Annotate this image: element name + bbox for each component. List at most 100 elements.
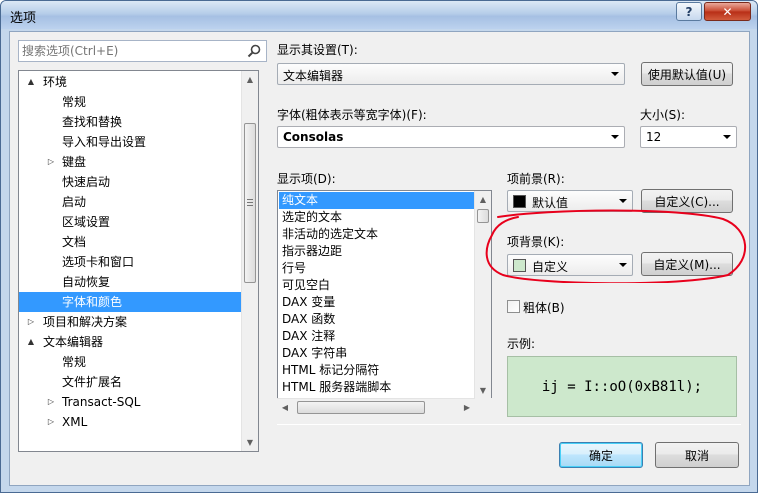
tree-item[interactable]: 常规 [19,352,241,372]
display-item[interactable]: 选定的文本 [279,209,476,226]
tree-item-label: 项目和解决方案 [43,315,128,329]
display-item[interactable]: DAX 字符串 [279,345,476,362]
display-item[interactable]: 行号 [279,260,476,277]
tree-item[interactable]: ▲ 环境 [19,72,241,92]
foreground-swatch [513,195,526,208]
display-settings-label: 显示其设置(T): [277,43,358,57]
tree-item[interactable]: 查找和替换 [19,112,241,132]
ok-button[interactable]: 确定 [559,442,643,468]
item-background-combo[interactable]: 自定义 [507,254,633,276]
collapsed-arrow-icon[interactable]: ▷ [46,412,56,432]
foreground-custom-button[interactable]: 自定义(C)... [641,189,733,213]
display-item[interactable]: DAX 注释 [279,328,476,345]
tree-item[interactable]: ▲ 文本编辑器 [19,332,241,352]
tree-item[interactable]: 选项卡和窗口 [19,252,241,272]
collapsed-arrow-icon[interactable]: ▷ [46,392,56,412]
sample-text: ij = I::oO(0xB81l); [541,378,703,395]
tree-item-label: 快速启动 [62,175,111,189]
tree-vertical-scrollbar[interactable]: ▲ ▼ [241,71,258,451]
tree-item[interactable]: ▷ XML [19,412,241,432]
display-settings-combo[interactable]: 文本编辑器 [277,63,625,85]
scroll-down-icon[interactable]: ▼ [242,434,258,451]
divider [277,424,741,425]
display-item[interactable]: DAX 函数 [279,311,476,328]
item-foreground-combo[interactable]: 默认值 [507,190,633,212]
chevron-down-icon [611,135,619,139]
tree-item[interactable]: 启动 [19,192,241,212]
tree-item[interactable]: 文件扩展名 [19,372,241,392]
bold-checkbox[interactable] [507,300,520,313]
search-input[interactable] [21,42,241,60]
tree-item-label: 启动 [62,195,87,209]
item-foreground-label: 项前景(R): [507,172,565,186]
scroll-up-icon[interactable]: ▲ [475,191,491,208]
display-item[interactable]: HTML 标记分隔符 [279,362,476,379]
tree-item[interactable]: 文档 [19,232,241,252]
font-combo[interactable]: Consolas [277,126,625,148]
tree-item[interactable]: 区域设置 [19,212,241,232]
scroll-down-icon[interactable]: ▼ [475,382,491,399]
display-item[interactable]: HTML 服务器端脚本 [279,379,476,396]
item-background-value: 自定义 [532,260,569,274]
tree-item-label: 查找和替换 [62,115,123,129]
tree-item[interactable]: ▷ 项目和解决方案 [19,312,241,332]
tree-item[interactable]: ▷ Transact-SQL [19,392,241,412]
display-item[interactable]: 可见空白 [279,277,476,294]
background-swatch [513,259,526,272]
scroll-up-icon[interactable]: ▲ [242,71,258,88]
options-search-box[interactable] [18,40,267,62]
scroll-corner [475,398,492,416]
chevron-down-icon [619,199,627,203]
tree-item[interactable]: 自动恢复 [19,272,241,292]
expanded-arrow-icon[interactable]: ▲ [26,72,36,92]
options-tree[interactable]: ▲ 环境 常规 查找和替换 导入和导出设置 ▷ 键盘 快速启动 启动 区域设置 文档 选项卡和窗口 自动… [18,70,259,452]
tree-item[interactable]: 常规 [19,92,241,112]
tree-item-label: 常规 [62,95,87,109]
sample-preview: ij = I::oO(0xB81l); [507,356,737,417]
display-item[interactable]: 非活动的选定文本 [279,226,476,243]
display-item[interactable]: 纯文本 [279,192,476,209]
chevron-down-icon [611,72,619,76]
display-items-label: 显示项(D): [277,172,336,186]
tree-item-label: 文本编辑器 [43,335,104,349]
tree-item[interactable]: ▷ 键盘 [19,152,241,172]
display-settings-value: 文本编辑器 [283,69,344,83]
display-item[interactable]: 指示器边距 [279,243,476,260]
window-title: 选项 [10,11,37,26]
item-background-label: 项背景(K): [507,235,565,249]
size-label: 大小(S): [640,108,686,122]
size-value: 12 [646,130,662,144]
search-icon[interactable] [246,43,262,59]
display-item[interactable]: DAX 变量 [279,294,476,311]
display-items-list[interactable]: HTML 服务器端脚本 HTML 标记分隔符 DAX 字符串 DAX 注释 DAX 函数… [277,190,492,416]
list-horizontal-scrollbar[interactable]: ◀ ▶ [277,398,475,416]
tree-item[interactable]: 字体和颜色 [19,292,241,312]
close-button[interactable]: ✕ [704,2,751,21]
tree-item[interactable]: 导入和导出设置 [19,132,241,152]
tree-item-label: 常规 [62,355,87,369]
sample-label: 示例: [507,337,536,351]
tree-item-label: 字体和颜色 [62,295,123,309]
tree-scroll-thumb[interactable] [244,123,256,283]
background-custom-button[interactable]: 自定义(M)... [641,252,733,276]
tree-item-label: 区域设置 [62,215,111,229]
use-default-button[interactable]: 使用默认值(U) [641,62,733,86]
font-value: Consolas [283,130,344,144]
scroll-right-icon[interactable]: ▶ [459,399,475,416]
list-scroll-thumb[interactable] [477,209,489,223]
collapsed-arrow-icon[interactable]: ▷ [26,312,36,332]
chevron-down-icon [723,135,731,139]
help-button[interactable]: ? [676,2,702,21]
collapsed-arrow-icon[interactable]: ▷ [46,152,56,172]
size-combo[interactable]: 12 [640,126,737,148]
tree-item[interactable]: 快速启动 [19,172,241,192]
tree-item-label: XML [62,415,88,429]
cancel-button[interactable]: 取消 [655,442,739,468]
list-hscroll-thumb[interactable] [297,401,425,414]
list-vertical-scrollbar[interactable]: ▲ ▼ [474,191,491,399]
tree-item-label: 环境 [43,75,68,89]
expanded-arrow-icon[interactable]: ▲ [26,332,36,352]
scroll-left-icon[interactable]: ◀ [277,399,293,416]
bold-label: 粗体(B) [523,301,565,315]
chevron-down-icon [619,263,627,267]
